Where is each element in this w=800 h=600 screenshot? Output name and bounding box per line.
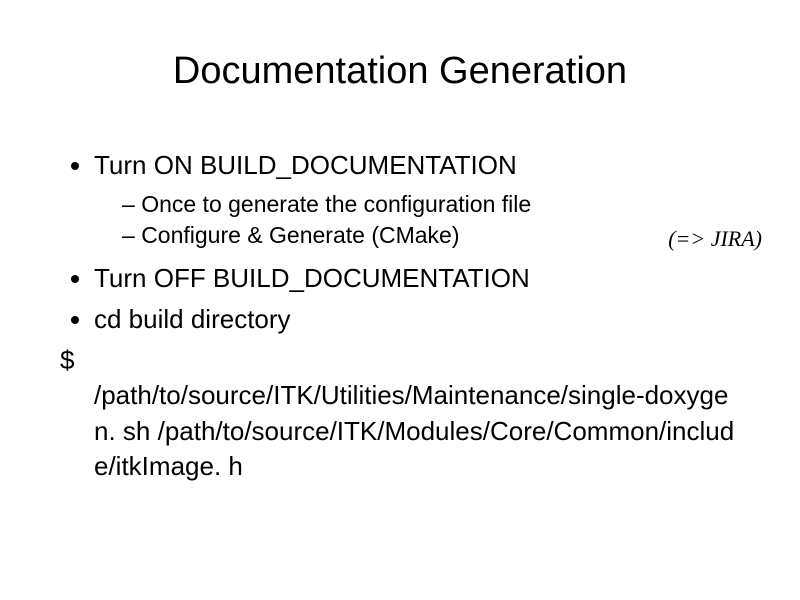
bullet-item-cd: cd build directory [94, 302, 740, 337]
dollar-prompt: $ [60, 343, 740, 378]
bullet-text: Turn OFF BUILD_DOCUMENTATION [94, 263, 530, 293]
bullet-item-turn-on: Turn ON BUILD_DOCUMENTATION Once to gene… [94, 148, 740, 251]
bullet-text: cd build directory [94, 304, 291, 334]
sub-bullet-text: Once to generate the configuration file [141, 191, 531, 217]
slide-title: Documentation Generation [60, 50, 740, 93]
bullet-item-turn-off: Turn OFF BUILD_DOCUMENTATION [94, 261, 740, 296]
command-path: /path/to/source/ITK/Utilities/Maintenanc… [60, 378, 740, 483]
bullet-list-level2: Once to generate the configuration file … [94, 189, 740, 251]
bullet-text: Turn ON BUILD_DOCUMENTATION [94, 150, 517, 180]
sub-bullet-configure: Configure & Generate (CMake) [122, 220, 740, 251]
slide: Documentation Generation Turn ON BUILD_D… [0, 0, 800, 600]
sub-bullet-once: Once to generate the configuration file [122, 189, 740, 220]
jira-annotation: (=> JIRA) [668, 226, 762, 252]
bullet-list-level1: Turn ON BUILD_DOCUMENTATION Once to gene… [60, 148, 740, 337]
sub-bullet-text: Configure & Generate (CMake) [141, 222, 459, 248]
